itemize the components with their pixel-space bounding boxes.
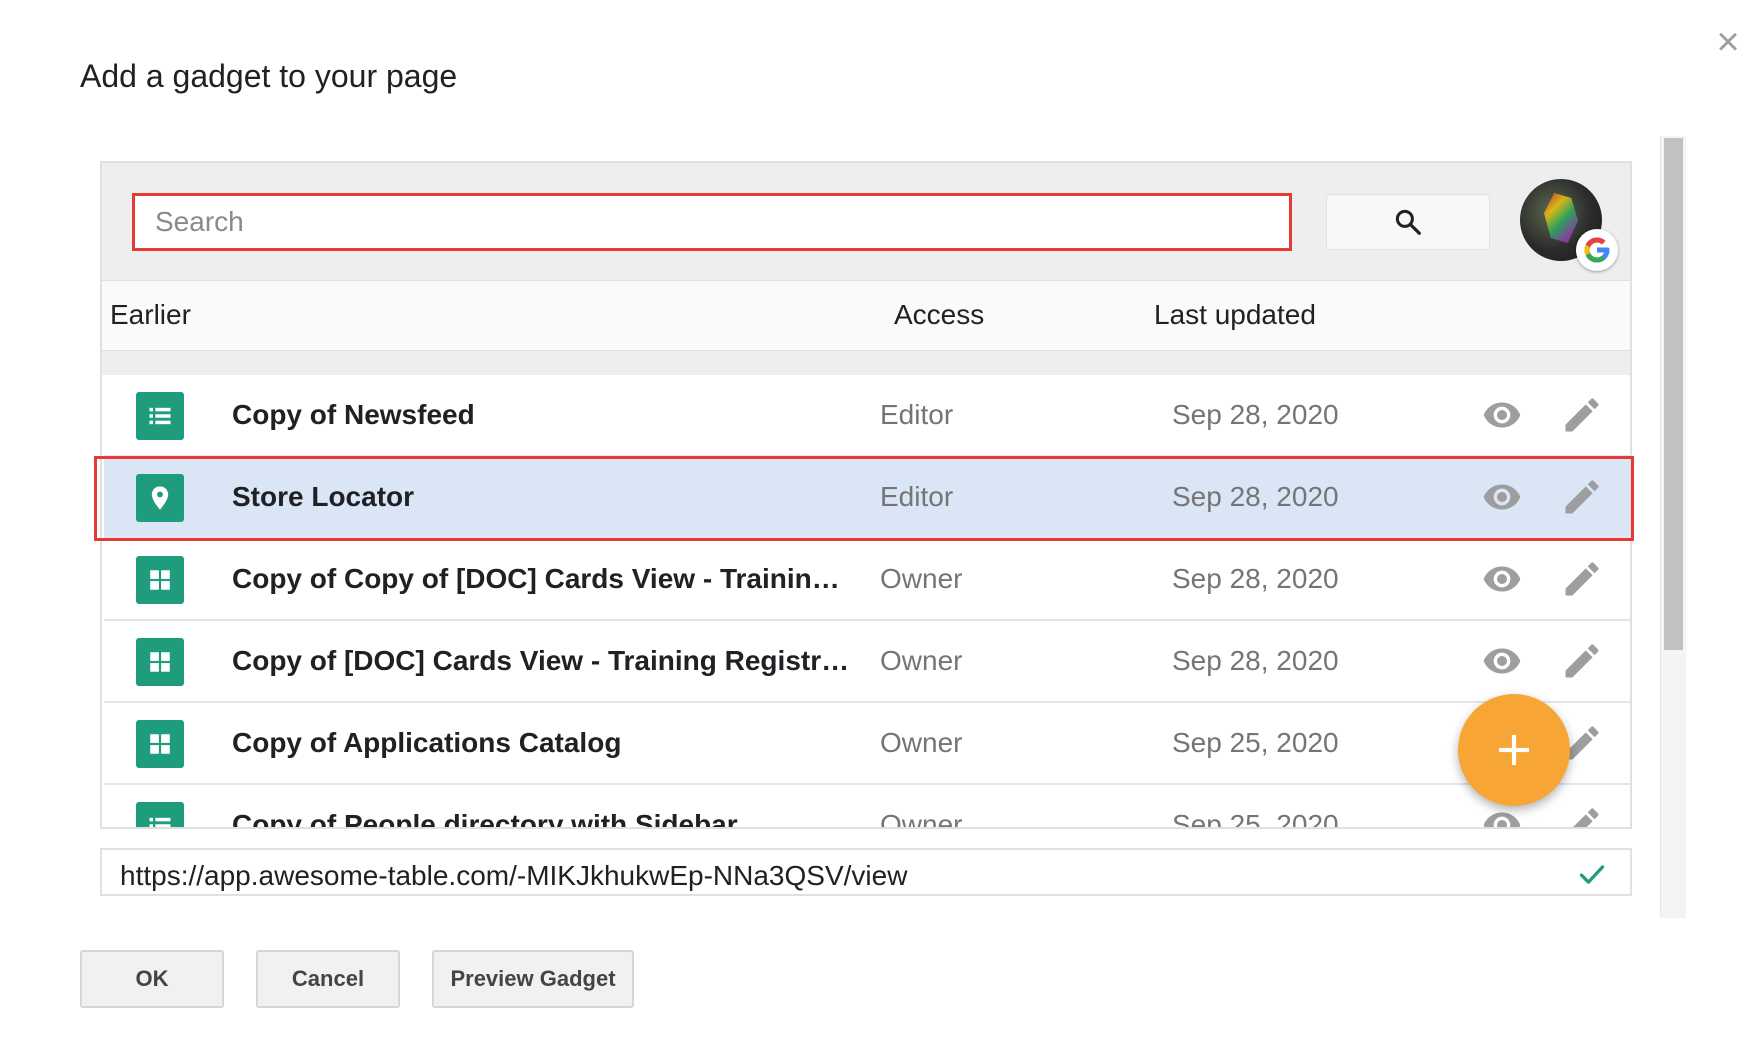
gadget-name: Copy of Newsfeed [232,399,475,430]
gadget-date: Sep 28, 2020 [1172,563,1339,594]
search-button[interactable] [1326,194,1490,250]
gadget-name: Copy of People directory with Sidebar [232,809,738,829]
list-icon [136,802,184,827]
search-icon [1395,209,1421,235]
edit-icon[interactable] [1560,557,1604,601]
eye-icon[interactable] [1478,477,1526,517]
gadget-name: Copy of Copy of [DOC] Cards View - Train… [232,563,852,594]
grid-icon [136,556,184,604]
scrollbar-thumb[interactable] [1664,138,1683,650]
close-icon[interactable]: × [1708,22,1748,62]
gadget-access: Owner [880,563,963,594]
gadget-date: Sep 25, 2020 [1172,727,1339,758]
edit-icon[interactable] [1560,639,1604,683]
dialog-title: Add a gadget to your page [80,58,458,94]
eye-icon[interactable] [1478,395,1526,435]
gadget-name: Copy of [DOC] Cards View - Training Regi… [232,645,852,676]
header-divider-band [102,351,1630,375]
panel-header [102,163,1630,281]
edit-icon[interactable] [1560,475,1604,519]
gadget-date: Sep 28, 2020 [1172,399,1339,430]
column-header-row: Earlier Access Last updated [102,281,1630,351]
list-icon [136,392,184,440]
grid-icon [136,638,184,686]
gadget-access: Owner [880,645,963,676]
table-row[interactable]: Copy of Newsfeed Editor Sep 28, 2020 [104,375,1630,457]
cancel-button[interactable]: Cancel [256,950,400,1008]
plus-icon [1499,735,1529,765]
avatar-image [1544,193,1578,243]
gadget-access: Editor [880,481,954,512]
column-last-updated[interactable]: Last updated [1154,299,1316,331]
gadget-access: Owner [880,727,963,758]
column-earlier: Earlier [110,299,191,330]
avatar[interactable] [1520,179,1618,271]
gadget-panel: Earlier Access Last updated Copy of News… [100,161,1632,829]
table-row[interactable]: Copy of Applications Catalog Owner Sep 2… [104,703,1630,785]
map-pin-icon [136,474,184,522]
eye-icon[interactable] [1478,805,1526,829]
edit-icon[interactable] [1560,803,1604,829]
gadget-date: Sep 28, 2020 [1172,645,1339,676]
dialog-scrollbar[interactable] [1660,136,1686,918]
column-access[interactable]: Access [894,299,984,331]
table-row[interactable]: Copy of Copy of [DOC] Cards View - Train… [104,539,1630,621]
google-badge [1576,229,1618,271]
search-input[interactable] [132,193,1292,251]
eye-icon[interactable] [1478,641,1526,681]
gadget-date: Sep 25, 2020 [1172,809,1339,829]
preview-gadget-button[interactable]: Preview Gadget [432,950,634,1008]
gadget-access: Editor [880,399,954,430]
table-row[interactable]: Copy of People directory with Sidebar Ow… [104,785,1630,829]
gadget-access: Owner [880,809,963,829]
check-icon [1579,865,1605,884]
gadget-date: Sep 28, 2020 [1172,481,1339,512]
add-gadget-fab[interactable] [1458,694,1570,806]
gadget-url: https://app.awesome-table.com/-MIKJkhukw… [120,860,908,891]
eye-icon[interactable] [1478,559,1526,599]
edit-icon[interactable] [1560,393,1604,437]
table-row[interactable]: Store Locator Editor Sep 28, 2020 [104,457,1630,539]
grid-icon [136,720,184,768]
gadget-name: Store Locator [232,481,415,512]
gadget-url-field[interactable]: https://app.awesome-table.com/-MIKJkhukw… [100,848,1632,896]
table-row[interactable]: Copy of [DOC] Cards View - Training Regi… [104,621,1630,703]
gadget-name: Copy of Applications Catalog [232,727,622,758]
ok-button[interactable]: OK [80,950,224,1008]
google-g-icon [1584,237,1610,263]
